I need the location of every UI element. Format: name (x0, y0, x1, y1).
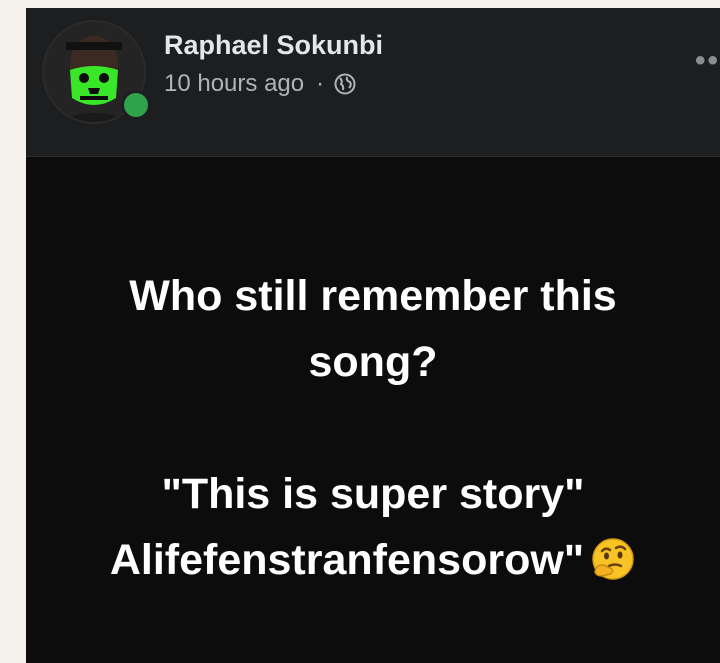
post-line-gap (26, 395, 720, 461)
post-line-3: "This is super story" (161, 470, 585, 518)
thinking-face-icon (590, 535, 636, 581)
post-header: Raphael Sokunbi 10 hours ago · •• (26, 8, 720, 157)
post-timestamp[interactable]: 10 hours ago (164, 70, 304, 98)
post-line-4: Alifefenstranfensorow" (109, 536, 585, 584)
online-status-dot (121, 90, 151, 120)
post-meta: 10 hours ago · (164, 70, 356, 98)
author-name[interactable]: Raphael Sokunbi (164, 30, 383, 61)
globe-icon (334, 73, 356, 95)
post-card: Raphael Sokunbi 10 hours ago · •• Who st… (26, 8, 720, 663)
post-body-text: Who still remember this song? "This is s… (26, 263, 720, 593)
post-line-1: Who still remember this (129, 272, 617, 320)
meta-separator: · (316, 70, 325, 97)
post-line-4-wrapper: Alifefenstranfensorow" (26, 527, 720, 593)
post-line-2: song? (308, 338, 438, 386)
more-options-icon[interactable]: •• (695, 44, 720, 78)
